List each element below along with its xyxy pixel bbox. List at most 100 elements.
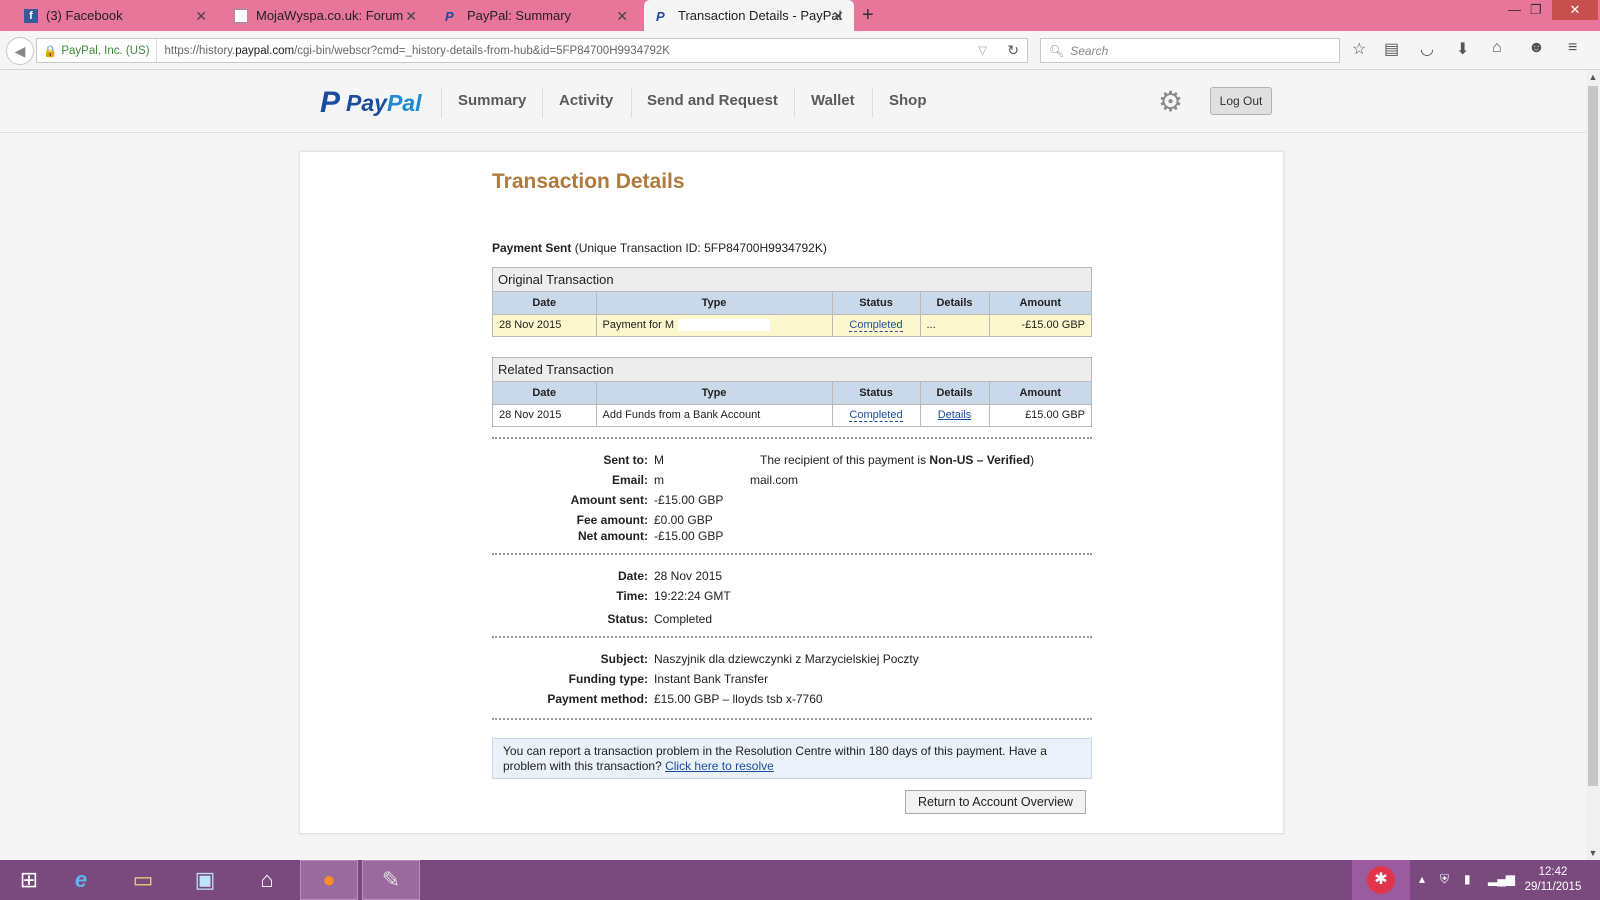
tab-facebook[interactable]: f (3) Facebook ✕ [12, 0, 217, 31]
sent-to-row: Sent to: M The recipient of this payment … [492, 453, 1092, 469]
resolution-notice: You can report a transaction problem in … [492, 738, 1092, 779]
page-scrollbar[interactable]: ▲ ▼ [1586, 70, 1600, 860]
windows-start-icon[interactable]: ⊞ [0, 860, 58, 900]
tab-paypal-summary[interactable]: P PayPal: Summary ✕ [433, 0, 638, 31]
new-tab-button[interactable]: + [862, 4, 874, 27]
search-input[interactable]: 🔍︎ Search [1040, 38, 1340, 63]
paypal-logo[interactable]: P PayPal [320, 86, 421, 120]
nav-shop[interactable]: Shop [889, 90, 927, 114]
sent-to-label: Sent to: [603, 453, 648, 467]
scroll-thumb[interactable] [1588, 86, 1598, 786]
payment-sent-label: Payment Sent [492, 241, 572, 255]
nav-activity[interactable]: Activity [559, 90, 613, 114]
payment-method-label: Payment method: [547, 692, 648, 706]
nav-separator [441, 88, 442, 118]
window-close-icon[interactable]: ✕ [1552, 0, 1598, 20]
reading-list-icon[interactable]: ▤ [1384, 39, 1399, 59]
shield-tray-icon[interactable]: ⛨ [1440, 872, 1449, 887]
row-amount: £15.00 GBP [1025, 409, 1085, 422]
tray-expand-icon[interactable]: ▴ [1419, 872, 1425, 886]
network-signal-icon[interactable]: ▂▄▆ [1488, 872, 1515, 886]
battery-icon[interactable]: ▮ [1464, 872, 1471, 886]
menu-icon[interactable]: ≡ [1568, 39, 1577, 57]
table-header-row: Date Type Status Details Amount [493, 382, 1091, 405]
col-date: Date [493, 382, 597, 405]
status-label: Status: [607, 612, 648, 626]
url-bar[interactable]: 🔒 PayPal, Inc. (US) https://history.paypa… [36, 38, 1028, 63]
recipient-prefix: The recipient of this payment is [760, 453, 930, 467]
download-icon[interactable]: ⬇ [1456, 39, 1469, 59]
row-details: ... [920, 314, 990, 336]
close-tab-icon[interactable]: ✕ [616, 8, 628, 25]
sent-to-value: M The recipient of this payment is Non-US… [654, 453, 1035, 467]
dotted-divider [492, 636, 1092, 638]
nav-wallet[interactable]: Wallet [811, 90, 855, 114]
related-transaction-table: Related Transaction Date Type Status Det… [492, 357, 1092, 427]
subject-value: Naszyjnik dla dziewczynki z Marzycielski… [654, 652, 919, 666]
reload-icon[interactable]: ↻ [1007, 42, 1019, 59]
status-link[interactable]: Completed [849, 409, 903, 423]
details-link[interactable]: Details [938, 409, 972, 421]
nav-send-and-request[interactable]: Send and Request [647, 90, 778, 114]
status-value: Completed [654, 612, 713, 626]
pocket-icon[interactable]: ◡ [1420, 39, 1434, 59]
gear-icon[interactable]: ⚙ [1158, 88, 1183, 116]
internet-explorer-icon[interactable]: e [52, 860, 110, 900]
row-type: Add Funds from a Bank Account [596, 404, 833, 426]
ssl-identity[interactable]: 🔒 PayPal, Inc. (US) [37, 39, 157, 62]
scroll-down-icon[interactable]: ▼ [1586, 848, 1600, 858]
url-text[interactable]: https://history.paypal.com/cgi-bin/websc… [157, 45, 670, 57]
amount-sent-value: -£15.00 GBP [654, 493, 724, 507]
tab-title: PayPal: Summary [467, 8, 572, 23]
original-transaction-caption: Original Transaction [493, 268, 1091, 292]
system-clock[interactable]: 12:42 29/11/2015 [1518, 865, 1588, 895]
paint-icon[interactable]: ✎ [362, 860, 420, 900]
col-type: Type [596, 292, 833, 315]
redacted-block [678, 319, 771, 332]
nav-separator [872, 88, 873, 118]
facebook-icon: f [24, 8, 38, 23]
bookmark-star-icon[interactable]: ☆ [1352, 39, 1366, 59]
restore-icon[interactable]: ❐ [1530, 2, 1542, 18]
paypal-icon: P [445, 8, 454, 24]
lock-icon: 🔒 [43, 45, 58, 58]
email-value: m mail.com [654, 473, 798, 487]
security-app-tray[interactable]: ✱ [1352, 860, 1410, 900]
home-icon[interactable]: ⌂ [1492, 39, 1502, 57]
row-date: 28 Nov 2015 [493, 404, 597, 426]
url-suffix: /cgi-bin/webscr?cmd=_history-details-fro… [294, 44, 670, 57]
minimize-icon[interactable]: — [1508, 2, 1521, 17]
row-status: Completed [832, 404, 921, 426]
net-value: -£15.00 GBP [654, 529, 724, 543]
scroll-up-icon[interactable]: ▲ [1586, 72, 1600, 82]
nav-summary[interactable]: Summary [458, 90, 526, 114]
row-status: Completed [832, 314, 921, 336]
tab-transaction-details[interactable]: P Transaction Details - PayPal ✕ [644, 0, 854, 31]
mojawyspa-icon [234, 8, 248, 23]
logout-button[interactable]: Log Out [1210, 87, 1272, 115]
row-type-text: Payment for M [602, 319, 675, 332]
chat-icon[interactable]: ☻ [1528, 39, 1545, 57]
dotted-divider [492, 718, 1092, 720]
close-tab-icon[interactable]: ✕ [405, 8, 417, 25]
tab-mojawyspa[interactable]: MojaWyspa.co.uk: Forum ✕ [222, 0, 427, 31]
col-details: Details [920, 292, 990, 315]
file-explorer-icon[interactable]: ▭ [114, 860, 172, 900]
back-arrow-icon[interactable]: ◀ [6, 37, 34, 65]
tab-title: MojaWyspa.co.uk: Forum [256, 8, 404, 23]
resolve-link[interactable]: Click here to resolve [665, 759, 774, 773]
home-app-icon[interactable]: ⌂ [238, 860, 296, 900]
status-link[interactable]: Completed [849, 319, 903, 333]
nav-separator [631, 88, 632, 118]
firefox-icon[interactable]: ● [300, 860, 358, 900]
url-dropdown-icon[interactable]: ▽ [978, 43, 987, 57]
related-transaction-caption: Related Transaction [493, 358, 1091, 382]
amount-sent-row: Amount sent: -£15.00 GBP [492, 493, 1092, 509]
remote-desktop-icon[interactable]: ▣ [176, 860, 234, 900]
dotted-divider [492, 553, 1092, 555]
email-end: mail.com [750, 473, 799, 487]
return-to-overview-button[interactable]: Return to Account Overview [905, 790, 1086, 814]
close-tab-icon[interactable]: ✕ [832, 8, 844, 25]
close-tab-icon[interactable]: ✕ [195, 8, 207, 25]
subject-label: Subject: [600, 652, 648, 666]
